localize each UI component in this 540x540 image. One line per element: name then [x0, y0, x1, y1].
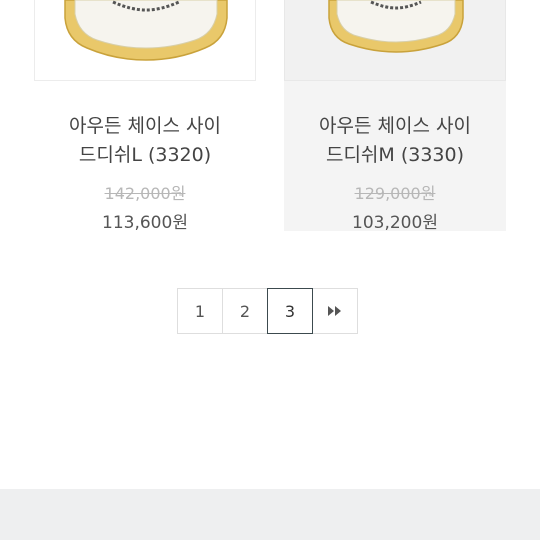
- pagination: 1 2 3: [177, 288, 358, 334]
- product-card[interactable]: 아우든 체이스 사이 드디쉬L (3320) 142,000원 113,600원: [34, 0, 256, 233]
- dish-image: [64, 0, 228, 61]
- product-name-line2: 드디쉬M (3330): [325, 144, 465, 166]
- product-name[interactable]: 아우든 체이스 사이 드디쉬M (3330): [284, 112, 506, 170]
- footer: [0, 489, 540, 540]
- product-name-line1: 아우든 체이스 사이: [69, 115, 221, 137]
- original-price: 142,000원: [104, 184, 186, 203]
- page-2-button[interactable]: 2: [222, 288, 268, 334]
- product-image[interactable]: [34, 0, 256, 81]
- product-image[interactable]: [284, 0, 506, 81]
- product-name[interactable]: 아우든 체이스 사이 드디쉬L (3320): [34, 112, 256, 170]
- sale-price: 113,600원: [102, 213, 188, 233]
- sale-price: 103,200원: [352, 213, 438, 233]
- product-name-line2: 드디쉬L (3320): [78, 144, 212, 166]
- dish-image: [328, 0, 464, 53]
- product-card[interactable]: 아우든 체이스 사이 드디쉬M (3330) 129,000원 103,200원: [284, 0, 506, 233]
- product-name-line1: 아우든 체이스 사이: [319, 115, 471, 137]
- original-price: 129,000원: [354, 184, 436, 203]
- page-3-button[interactable]: 3: [267, 288, 313, 334]
- fast-forward-icon: [328, 306, 341, 316]
- last-page-button[interactable]: [312, 288, 358, 334]
- page-1-button[interactable]: 1: [177, 288, 223, 334]
